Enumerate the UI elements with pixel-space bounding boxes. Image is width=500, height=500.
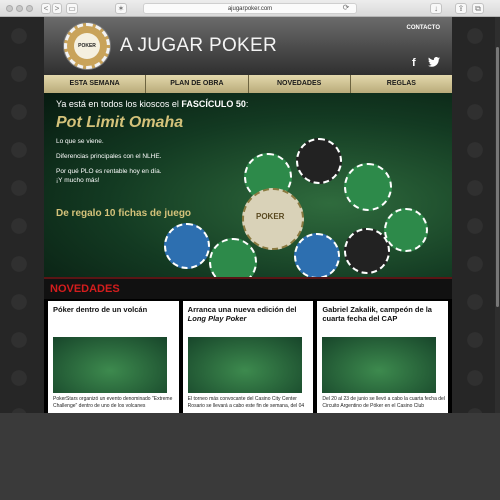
gold-chip-image: POKER	[242, 188, 304, 250]
back-button[interactable]: <	[41, 3, 51, 14]
chip-image	[164, 223, 210, 269]
twitter-icon[interactable]	[428, 57, 440, 70]
news-cards: Póker dentro de un volcán PokerStars org…	[44, 301, 452, 413]
hero-announcement-issue: FASCÍCULO 50	[181, 99, 246, 109]
chip-image	[344, 228, 390, 274]
hero-title: Pot Limit Omaha	[56, 114, 184, 131]
nav-item-reglas[interactable]: REGLAS	[350, 75, 452, 93]
hero-bullet-1: Lo que se viene.	[56, 138, 104, 145]
logo-text: POKER	[74, 33, 100, 59]
address-bar[interactable]: ajugarpoker.com	[143, 3, 357, 14]
news-card-image[interactable]	[322, 337, 437, 393]
hero-announcement-prefix: Ya está en todos los kioscos el	[56, 99, 182, 109]
download-icon[interactable]: ↓	[430, 3, 442, 14]
hero-bullet-2: Diferencias principales con el NLHE.	[56, 153, 162, 160]
main-nav: ESTA SEMANA PLAN DE OBRA NOVEDADES REGLA…	[44, 75, 452, 93]
forward-button[interactable]: >	[52, 3, 62, 14]
site-header: POKER A JUGAR POKER CONTACTO f	[44, 17, 452, 75]
nav-item-plan-de-obra[interactable]: PLAN DE OBRA	[146, 75, 249, 93]
hero-banner[interactable]: POKER Ya está en todos los kioscos el FA…	[44, 93, 452, 277]
chip-image	[344, 163, 392, 211]
news-card[interactable]: Arranca una nueva edición del Long Play …	[182, 301, 314, 413]
window-background	[0, 413, 500, 500]
scrollbar-thumb[interactable]	[496, 47, 499, 307]
chip-image	[296, 138, 342, 184]
nav-item-novedades[interactable]: NOVEDADES	[248, 75, 351, 93]
reload-icon[interactable]: ⟳	[341, 3, 351, 14]
site-title: A JUGAR POKER	[120, 35, 277, 56]
sidebar-toggle-icon[interactable]: ▭	[66, 3, 78, 14]
hero-announcement-suffix: :	[245, 99, 249, 109]
facebook-icon[interactable]: f	[412, 57, 416, 69]
news-card-image[interactable]	[53, 337, 167, 393]
hero-gift-text: De regalo 10 fichas de juego	[56, 208, 192, 219]
news-card-image[interactable]	[187, 337, 302, 393]
site-container: POKER A JUGAR POKER CONTACTO f ESTA SEMA…	[44, 17, 452, 413]
page-scrollbar[interactable]	[495, 17, 500, 413]
chip-image	[209, 238, 257, 277]
share-icon[interactable]: ⇪	[455, 3, 467, 14]
news-card-text: PokerStars organizó un evento denominado…	[53, 396, 173, 409]
news-card-title[interactable]: Póker dentro de un volcán	[53, 305, 175, 314]
chip-image	[384, 208, 428, 252]
news-card[interactable]: Gabriel Zakalik, campeón de la cuarta fe…	[317, 301, 449, 413]
hero-bullet-4: ¡Y mucho más!	[56, 177, 100, 184]
news-card-title[interactable]: Gabriel Zakalik, campeón de la cuarta fe…	[322, 305, 444, 323]
close-window-icon[interactable]	[6, 5, 13, 12]
minimize-window-icon[interactable]	[16, 5, 23, 12]
nav-item-esta-semana[interactable]: ESTA SEMANA	[44, 75, 147, 93]
tabs-overview-icon[interactable]: ⧉	[472, 3, 484, 14]
news-card-title[interactable]: Arranca una nueva edición del Long Play …	[188, 305, 310, 323]
browser-toolbar: < > ▭ ✶ ajugarpoker.com ⟳ ↓ ⇪ ⧉	[0, 0, 500, 17]
extension-icon[interactable]: ✶	[115, 3, 127, 14]
novedades-header: NOVEDADES	[44, 277, 452, 299]
site-logo[interactable]: POKER	[64, 23, 110, 69]
news-card-title-prefix: Arranca una nueva edición del	[187, 305, 297, 314]
news-card-text: El torneo más convocante del Casino City…	[187, 396, 305, 409]
news-card[interactable]: Póker dentro de un volcán PokerStars org…	[48, 301, 179, 413]
chip-logo-text: POKER	[256, 212, 285, 221]
hero-announcement: Ya está en todos los kioscos el FASCÍCUL…	[56, 99, 248, 109]
zoom-window-icon[interactable]	[26, 5, 33, 12]
news-card-title-italic: Long Play Poker	[187, 314, 247, 323]
section-title: NOVEDADES	[50, 283, 120, 295]
chip-image	[294, 233, 340, 277]
hero-bullet-3: Por qué PLO es rentable hoy en día.	[56, 168, 162, 175]
contact-link[interactable]: CONTACTO	[407, 25, 440, 31]
page-viewport: POKER A JUGAR POKER CONTACTO f ESTA SEMA…	[0, 17, 500, 413]
news-card-text: Del 20 al 23 de junio se llevó a cabo la…	[322, 396, 445, 409]
